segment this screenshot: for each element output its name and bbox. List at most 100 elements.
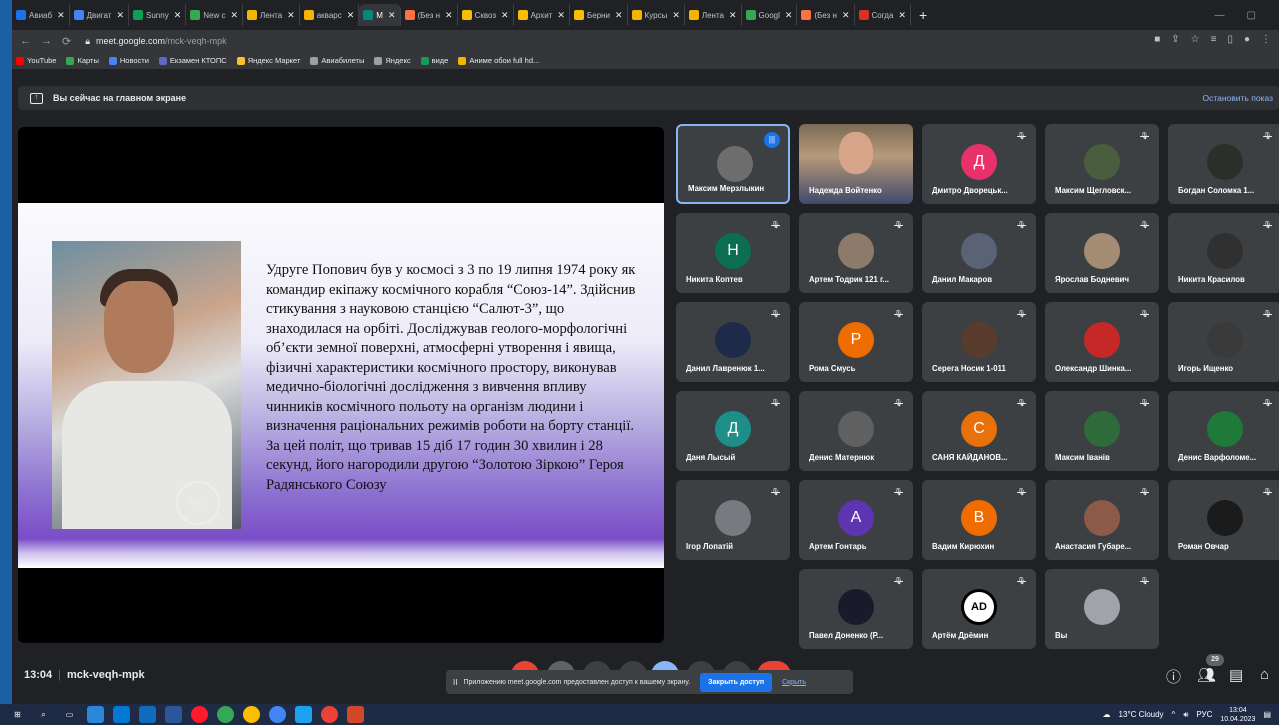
close-tab-icon[interactable]: ✕: [230, 10, 238, 21]
browser-tab[interactable]: New c ✕: [186, 4, 244, 26]
browser-tab[interactable]: (Без н ✕: [401, 4, 458, 26]
close-tab-icon[interactable]: ✕: [615, 10, 623, 21]
bookmark-item[interactable]: Екзамен КТОПС: [158, 56, 227, 65]
participant-tile[interactable]: 🎙︎ Богдан Соломка 1...: [1168, 124, 1279, 204]
mail-icon[interactable]: [139, 706, 156, 723]
bookmark-item[interactable]: Яндекс Маркет: [236, 56, 300, 65]
maximize-icon[interactable]: ▢: [1247, 10, 1256, 21]
browser-tab[interactable]: M ✕: [359, 4, 401, 26]
profile-icon[interactable]: ●: [1244, 34, 1250, 45]
close-tab-icon[interactable]: ✕: [785, 10, 793, 21]
new-tab-icon[interactable]: +: [911, 7, 935, 23]
bookmark-item[interactable]: Карты: [66, 56, 99, 65]
minimize-icon[interactable]: —: [1215, 10, 1225, 21]
close-tab-icon[interactable]: ✕: [842, 10, 850, 21]
clock[interactable]: 13:04 10.04.2023: [1220, 706, 1255, 724]
explorer-icon[interactable]: [87, 706, 104, 723]
bookmark-item[interactable]: виде: [420, 56, 448, 65]
close-tab-icon[interactable]: ✕: [287, 10, 295, 21]
participant-tile[interactable]: 🎙︎ Роман Овчар: [1168, 480, 1279, 560]
volume-icon[interactable]: 🔊︎: [1183, 710, 1188, 720]
bookmark-item[interactable]: YouTube: [16, 56, 56, 65]
participant-tile[interactable]: 🎙︎ Вы: [1045, 569, 1159, 649]
participant-tile[interactable]: AD 🎙︎ Артём Дрёмин: [922, 569, 1036, 649]
browser-tab[interactable]: Лента ✕: [243, 4, 300, 26]
bookmark-item[interactable]: Авиабилеты: [310, 56, 364, 65]
browser-tab[interactable]: Берни ✕: [570, 4, 628, 26]
participant-tile[interactable]: ||| Максим Мерзлыкин: [676, 124, 790, 204]
back-icon[interactable]: ←: [20, 35, 31, 48]
participant-tile[interactable]: 🎙︎ Игорь Ищенко: [1168, 302, 1279, 382]
participant-tile[interactable]: 🎙︎ Никита Красилов: [1168, 213, 1279, 293]
participant-tile[interactable]: Р 🎙︎ Рома Смусь: [799, 302, 913, 382]
weather-text[interactable]: 13°C Cloudy: [1119, 710, 1164, 719]
participant-tile[interactable]: 🎙︎ Анастасия Губаре...: [1045, 480, 1159, 560]
close-tab-icon[interactable]: ✕: [347, 10, 355, 21]
forward-icon[interactable]: →: [41, 35, 52, 48]
star-icon[interactable]: ☆: [1191, 34, 1200, 45]
activities-icon[interactable]: ⌂: [1260, 666, 1269, 683]
bookmark-item[interactable]: Новости: [108, 56, 149, 65]
participant-tile[interactable]: 🎙︎ Максим Щегловск...: [1045, 124, 1159, 204]
stop-sharing-button[interactable]: Закрыть доступ: [700, 672, 773, 692]
playlist-icon[interactable]: ≡: [1211, 34, 1217, 45]
camera-icon[interactable]: ■: [1154, 34, 1160, 45]
close-tab-icon[interactable]: ✕: [672, 10, 680, 21]
browser-tab[interactable]: Двигат ✕: [70, 4, 130, 26]
participant-tile[interactable]: 🎙︎ Ігор Лопатій: [676, 480, 790, 560]
close-tab-icon[interactable]: ✕: [501, 10, 509, 21]
yandex-icon[interactable]: [243, 706, 260, 723]
participant-tile[interactable]: 🎙︎ Ярослав Бодневич: [1045, 213, 1159, 293]
browser-tab[interactable]: Лента ✕: [685, 4, 742, 26]
bookmark-item[interactable]: Яндекс: [374, 56, 411, 65]
bookmark-item[interactable]: Аниме обои full hd...: [458, 56, 539, 65]
close-tab-icon[interactable]: ✕: [116, 10, 124, 21]
start-icon[interactable]: ⊞: [9, 706, 26, 723]
browser-tab[interactable]: Согда ✕: [855, 4, 911, 26]
close-tab-icon[interactable]: ✕: [898, 10, 906, 21]
notifications-icon[interactable]: ▤: [1263, 710, 1271, 719]
browser-tab[interactable]: (Без н ✕: [797, 4, 855, 26]
browser-tab[interactable]: Архит ✕: [514, 4, 570, 26]
browser-icon[interactable]: [321, 706, 338, 723]
share-icon[interactable]: ⇪: [1171, 34, 1179, 45]
task-view-icon[interactable]: ▭: [61, 706, 78, 723]
search-icon[interactable]: ⌕: [35, 706, 52, 723]
powerpoint-icon[interactable]: [347, 706, 364, 723]
participant-tile[interactable]: Н 🎙︎ Никита Коптев: [676, 213, 790, 293]
close-tab-icon[interactable]: ✕: [388, 10, 396, 21]
participant-tile[interactable]: С 🎙︎ САНЯ КАЙДАНОВ...: [922, 391, 1036, 471]
participant-tile[interactable]: 🎙︎ Серега Носик 1-011: [922, 302, 1036, 382]
participant-tile[interactable]: Надежда Войтенко: [799, 124, 913, 204]
close-tab-icon[interactable]: ✕: [174, 10, 182, 21]
browser-tab[interactable]: Курсы ✕: [628, 4, 685, 26]
participant-tile[interactable]: 🎙︎ Данил Лавренюк 1...: [676, 302, 790, 382]
menu-icon[interactable]: ⋮: [1261, 34, 1271, 45]
window-controls[interactable]: — ▢: [1215, 10, 1266, 21]
browser-tab[interactable]: Sunny ✕: [129, 4, 187, 26]
hide-notice-link[interactable]: Скрыть: [782, 679, 806, 686]
participant-tile[interactable]: 🎙︎ Павел Доненко (Р...: [799, 569, 913, 649]
chrome-alt-icon[interactable]: [269, 706, 286, 723]
participant-tile[interactable]: 🎙︎ Олександр Шинка...: [1045, 302, 1159, 382]
close-tab-icon[interactable]: ✕: [445, 10, 453, 21]
participant-tile[interactable]: 🎙︎ Данил Макаров: [922, 213, 1036, 293]
close-tab-icon[interactable]: ✕: [729, 10, 737, 21]
browser-tab[interactable]: Сквоз ✕: [458, 4, 514, 26]
participant-tile[interactable]: В 🎙︎ Вадим Кирюхин: [922, 480, 1036, 560]
word-icon[interactable]: [165, 706, 182, 723]
tray-chevron-icon[interactable]: ^: [1172, 710, 1176, 719]
sidebar-icon[interactable]: ▯: [1227, 34, 1233, 45]
participant-tile[interactable]: 🎙︎ Денис Матернюк: [799, 391, 913, 471]
reload-icon[interactable]: ⟳: [62, 35, 71, 48]
language-indicator[interactable]: РУС: [1196, 710, 1212, 719]
people-icon[interactable]: 👥︎: [1197, 666, 1216, 684]
stop-presenting-link[interactable]: Остановить показ: [1202, 93, 1279, 103]
chat-icon[interactable]: ▤: [1229, 666, 1243, 684]
store-icon[interactable]: [113, 706, 130, 723]
close-tab-icon[interactable]: ✕: [57, 10, 65, 21]
participant-tile[interactable]: Д 🎙︎ Дмитро Дворецьк...: [922, 124, 1036, 204]
participant-tile[interactable]: 🎙︎ Денис Варфоломе...: [1168, 391, 1279, 471]
url-field[interactable]: 🔒︎ meet.google.com/mck-veqh-mpk: [79, 32, 1159, 50]
info-icon[interactable]: ⓘ: [1166, 666, 1181, 687]
